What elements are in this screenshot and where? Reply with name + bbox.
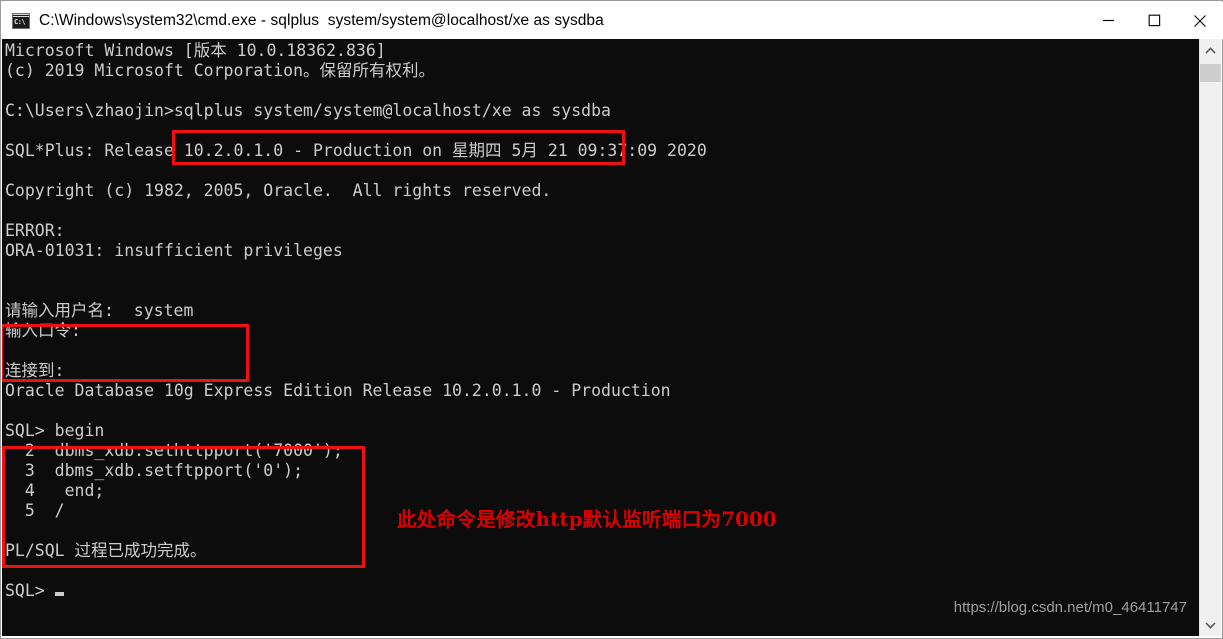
console-line: PL/SQL 过程已成功完成。 — [5, 541, 207, 560]
console-line: SQL> begin — [5, 421, 105, 440]
scrollbar-thumb[interactable] — [1200, 64, 1221, 82]
vertical-scrollbar[interactable] — [1199, 39, 1221, 636]
close-button[interactable] — [1177, 2, 1223, 39]
annotation-note: 此处命令是修改http默认监听端口为7000 — [397, 508, 777, 531]
maximize-button[interactable] — [1131, 2, 1177, 39]
console-line: 4 end; — [5, 481, 105, 500]
cmd-app-icon: C:\ — [12, 12, 30, 29]
console-line: 连接到: — [5, 361, 65, 380]
chevron-down-icon — [1205, 621, 1216, 629]
console-line: Copyright (c) 1982, 2005, Oracle. All ri… — [5, 181, 552, 200]
console-line: 3 dbms_xdb.setftpport('0'); — [5, 461, 304, 480]
console-line: 请输入用户名: system — [5, 301, 194, 320]
console-line: 输入口令: — [5, 321, 81, 340]
console-line: SQL*Plus: Release 10.2.0.1.0 - Productio… — [5, 141, 707, 160]
console-line: Oracle Database 10g Express Edition Rele… — [5, 381, 671, 400]
console-line: ORA-01031: insufficient privileges — [5, 241, 343, 260]
cmd-window: C:\ C:\Windows\system32\cmd.exe - sqlplu… — [0, 0, 1223, 639]
minimize-icon — [1102, 19, 1114, 22]
title-bar[interactable]: C:\ C:\Windows\system32\cmd.exe - sqlplu… — [2, 2, 1223, 39]
console-line: 2 dbms_xdb.sethttpport('7000'); — [5, 441, 343, 460]
minimize-button[interactable] — [1085, 2, 1131, 39]
console-line: C:\Users\zhaojin>sqlplus system/system@l… — [5, 101, 611, 120]
close-icon — [1194, 14, 1206, 27]
text-cursor — [54, 592, 64, 596]
console-output-area[interactable]: Microsoft Windows [版本 10.0.18362.836] (c)… — [2, 39, 1201, 636]
scroll-down-button[interactable] — [1200, 614, 1221, 636]
console-line: (c) 2019 Microsoft Corporation。保留所有权利。 — [5, 61, 436, 80]
window-title: C:\Windows\system32\cmd.exe - sqlplus sy… — [39, 11, 604, 29]
console-line: SQL> — [5, 581, 707, 601]
scroll-up-button[interactable] — [1200, 39, 1221, 61]
chevron-up-icon — [1205, 46, 1216, 54]
cmd-icon-glyph: C:\ — [14, 17, 26, 26]
console-line: ERROR: — [5, 221, 65, 240]
maximize-icon — [1148, 14, 1160, 27]
watermark: https://blog.csdn.net/m0_46411747 — [953, 599, 1187, 616]
window-controls — [1085, 2, 1223, 39]
console-line: Microsoft Windows [版本 10.0.18362.836] — [5, 41, 386, 60]
